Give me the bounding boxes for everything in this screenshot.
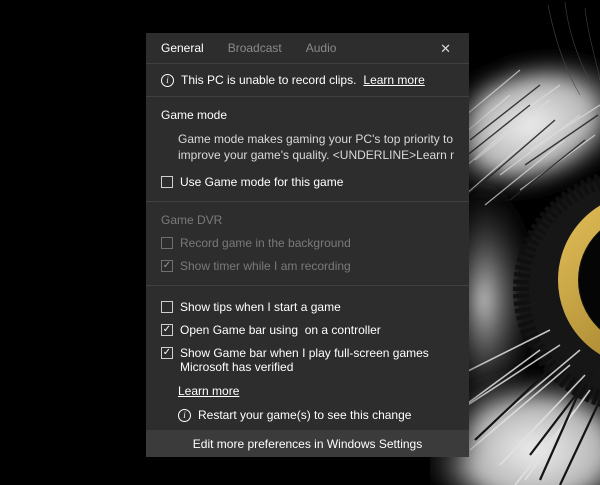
edit-preferences-button[interactable]: Edit more preferences in Windows Setting… xyxy=(146,430,469,457)
checkbox-icon: ✓ xyxy=(161,176,173,188)
tab-general[interactable]: General xyxy=(161,41,204,55)
checkbox-show-timer[interactable]: ✓ Show timer while I am recording xyxy=(161,259,454,273)
banner-learn-more-link[interactable]: Learn more xyxy=(363,73,424,87)
tab-audio[interactable]: Audio xyxy=(306,41,337,55)
game-mode-section: Game mode Game mode makes gaming your PC… xyxy=(146,97,469,201)
tab-broadcast[interactable]: Broadcast xyxy=(228,41,282,55)
checkbox-label: Show Game bar when I play full-screen ga… xyxy=(180,346,454,374)
checkbox-label: Use Game mode for this game xyxy=(180,175,343,189)
dialog-body: Game mode Game mode makes gaming your PC… xyxy=(146,97,469,430)
restart-note: i Restart your game(s) to see this chang… xyxy=(178,408,454,422)
checkbox-record-background[interactable]: ✓ Record game in the background xyxy=(161,236,454,250)
checkbox-icon: ✓ xyxy=(161,324,173,336)
info-icon: i xyxy=(161,74,174,87)
options-learn-more-link[interactable]: Learn more xyxy=(178,384,239,398)
check-icon: ✓ xyxy=(163,261,171,271)
game-mode-description-line2: improve your game's quality. <UNDERLINE>… xyxy=(178,147,454,163)
game-bar-settings-dialog: General Broadcast Audio ✕ i This PC is u… xyxy=(146,33,469,457)
checkbox-label: Record game in the background xyxy=(180,236,351,250)
game-dvr-section: Game DVR ✓ Record game in the background… xyxy=(146,201,469,285)
checkbox-label: Show tips when I start a game xyxy=(180,300,341,314)
checkbox-show-tips[interactable]: ✓ Show tips when I start a game xyxy=(161,300,454,314)
game-mode-title: Game mode xyxy=(161,108,454,122)
check-icon: ✓ xyxy=(163,348,171,358)
checkbox-icon: ✓ xyxy=(161,347,173,359)
info-icon: i xyxy=(178,409,191,422)
record-warning-banner: i This PC is unable to record clips. Lea… xyxy=(146,64,469,97)
checkbox-icon: ✓ xyxy=(161,237,173,249)
tab-bar: General Broadcast Audio ✕ xyxy=(146,33,469,64)
checkbox-icon: ✓ xyxy=(161,301,173,313)
game-dvr-title: Game DVR xyxy=(161,213,454,227)
checkbox-icon: ✓ xyxy=(161,260,173,272)
checkbox-use-game-mode[interactable]: ✓ Use Game mode for this game xyxy=(161,175,454,189)
close-icon[interactable]: ✕ xyxy=(437,40,454,57)
game-mode-description-line1: Game mode makes gaming your PC's top pri… xyxy=(178,131,454,147)
checkbox-label: Show timer while I am recording xyxy=(180,259,351,273)
general-options-section: ✓ Show tips when I start a game ✓ Open G… xyxy=(146,285,469,430)
restart-note-text: Restart your game(s) to see this change xyxy=(198,408,411,422)
check-icon: ✓ xyxy=(163,325,171,335)
banner-text: This PC is unable to record clips. xyxy=(181,73,356,87)
checkbox-label: Open Game bar using on a controller xyxy=(180,323,381,337)
checkbox-show-game-bar-fullscreen[interactable]: ✓ Show Game bar when I play full-screen … xyxy=(161,346,454,374)
checkbox-open-game-bar-controller[interactable]: ✓ Open Game bar using on a controller xyxy=(161,323,454,337)
